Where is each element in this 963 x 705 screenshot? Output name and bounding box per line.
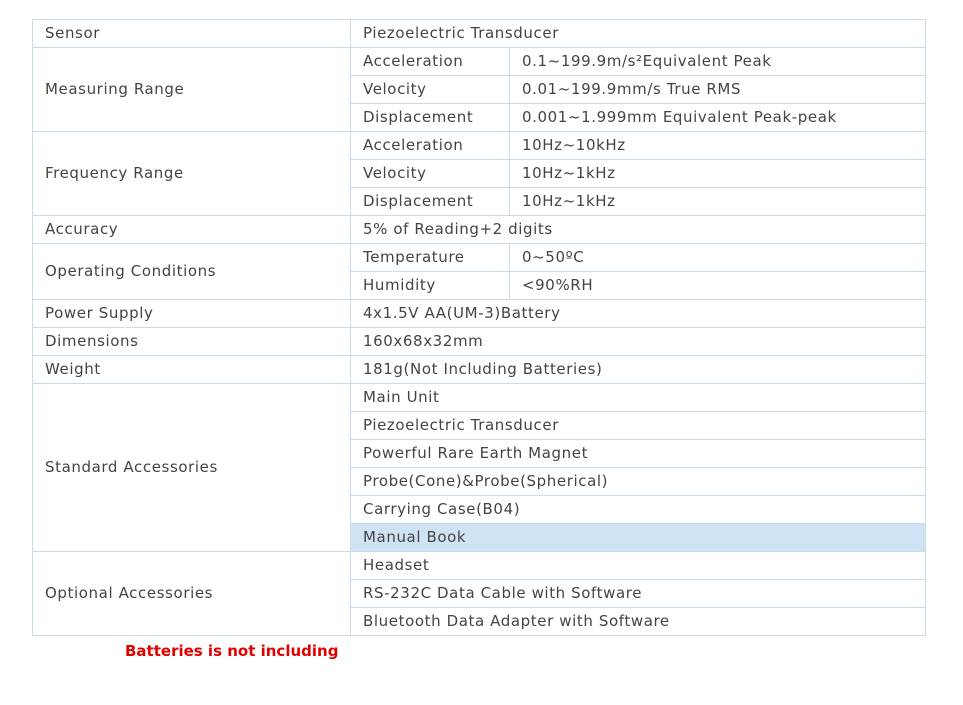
sensor-value: Piezoelectric Transducer — [349, 19, 927, 48]
table-row: Standard Accessories Main Unit — [32, 383, 927, 552]
row-label-dimensions: Dimensions — [32, 327, 351, 356]
table-row: Weight 181g(Not Including Batteries) — [32, 355, 927, 384]
humidity-value: <90%RH — [508, 271, 927, 300]
optional-accessory-item: RS-232C Data Cable with Software — [349, 579, 927, 608]
standard-accessory-item: Manual Book — [349, 523, 927, 552]
row-label-operating-conditions: Operating Conditions — [32, 243, 351, 300]
table-row: Sensor Piezoelectric Transducer — [32, 19, 927, 48]
measuring-acceleration-value: 0.1~199.9m/s²Equivalent Peak — [508, 47, 927, 76]
sub-label-displacement: Displacement — [350, 103, 510, 132]
row-label-sensor: Sensor — [32, 19, 351, 48]
row-label-standard-accessories: Standard Accessories — [32, 383, 351, 552]
dimensions-value: 160x68x32mm — [349, 327, 927, 356]
sub-label-acceleration: Acceleration — [350, 47, 510, 76]
batteries-note: Batteries is not including — [125, 642, 339, 660]
standard-accessory-item: Carrying Case(B04) — [349, 495, 927, 524]
table-row: Frequency Range Acceleration 10Hz~10kHz — [32, 131, 927, 216]
table-row: Optional Accessories Headset — [32, 551, 927, 636]
weight-value: 181g(Not Including Batteries) — [349, 355, 927, 384]
standard-accessory-item: Main Unit — [349, 383, 927, 412]
measuring-displacement-value: 0.001~1.999mm Equivalent Peak-peak — [508, 103, 927, 132]
table-row: Accuracy 5% of Reading+2 digits — [32, 215, 927, 244]
row-label-measuring-range: Measuring Range — [32, 47, 351, 132]
optional-accessory-item: Headset — [349, 551, 927, 580]
standard-accessory-item: Piezoelectric Transducer — [349, 411, 927, 440]
frequency-displacement-value: 10Hz~1kHz — [508, 187, 927, 216]
spec-table: Sensor Piezoelectric Transducer Measurin… — [32, 19, 927, 636]
sub-label-humidity: Humidity — [350, 271, 510, 300]
frequency-velocity-value: 10Hz~1kHz — [508, 159, 927, 188]
table-row: Dimensions 160x68x32mm — [32, 327, 927, 356]
accuracy-value: 5% of Reading+2 digits — [349, 215, 927, 244]
row-label-accuracy: Accuracy — [32, 215, 351, 244]
sub-label-velocity: Velocity — [350, 159, 510, 188]
row-label-frequency-range: Frequency Range — [32, 131, 351, 216]
standard-accessory-item: Probe(Cone)&Probe(Spherical) — [349, 467, 927, 496]
row-label-optional-accessories: Optional Accessories — [32, 551, 351, 636]
sub-label-displacement: Displacement — [350, 187, 510, 216]
standard-accessory-item: Powerful Rare Earth Magnet — [349, 439, 927, 468]
optional-accessory-item: Bluetooth Data Adapter with Software — [349, 607, 927, 636]
frequency-acceleration-value: 10Hz~10kHz — [508, 131, 927, 160]
table-row: Power Supply 4x1.5V AA(UM-3)Battery — [32, 299, 927, 328]
table-row: Measuring Range Acceleration 0.1~199.9m/… — [32, 47, 927, 132]
row-label-power-supply: Power Supply — [32, 299, 351, 328]
sub-label-velocity: Velocity — [350, 75, 510, 104]
measuring-velocity-value: 0.01~199.9mm/s True RMS — [508, 75, 927, 104]
temperature-value: 0~50ºC — [508, 243, 927, 272]
sub-label-temperature: Temperature — [350, 243, 510, 272]
power-supply-value: 4x1.5V AA(UM-3)Battery — [349, 299, 927, 328]
row-label-weight: Weight — [32, 355, 351, 384]
table-row: Operating Conditions Temperature 0~50ºC — [32, 243, 927, 300]
sub-label-acceleration: Acceleration — [350, 131, 510, 160]
